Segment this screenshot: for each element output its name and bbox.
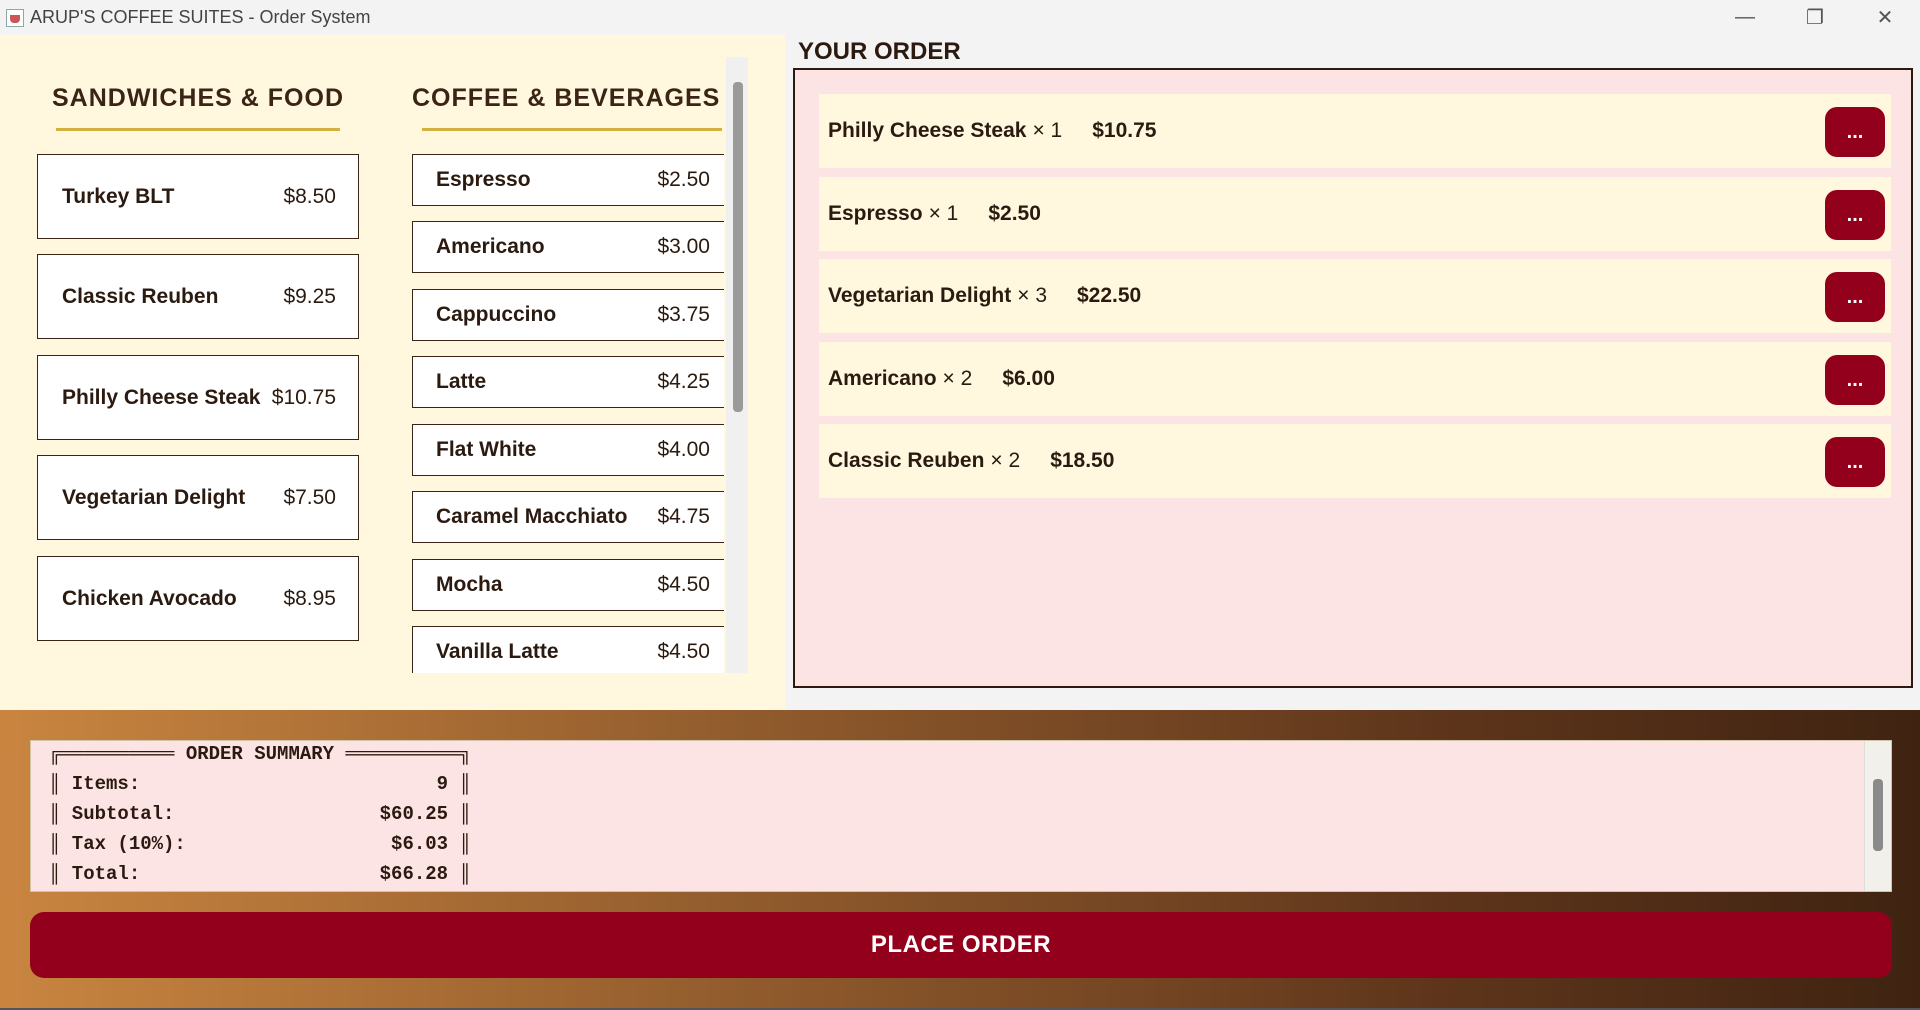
- order-item-name: Philly Cheese Steak: [828, 119, 1027, 142]
- item-price: $10.75: [271, 385, 336, 409]
- order-item-total: $22.50: [1077, 284, 1142, 307]
- order-item-options-button[interactable]: ...: [1825, 355, 1885, 405]
- item-price: $8.50: [283, 184, 336, 208]
- summary-line: ╔══════════ ORDER SUMMARY ══════════╗: [49, 743, 471, 765]
- item-name: Chicken Avocado: [62, 586, 237, 610]
- order-item-qty: × 2: [990, 449, 1021, 472]
- order-item-total: $2.50: [988, 202, 1041, 225]
- item-name: Cappuccino: [436, 303, 557, 326]
- order-item-total: $10.75: [1092, 119, 1157, 142]
- order-item-total: $6.00: [1002, 367, 1055, 390]
- restore-button[interactable]: ❐: [1780, 0, 1850, 35]
- summary-scroll-thumb[interactable]: [1873, 779, 1883, 851]
- food-heading-underline: [56, 128, 340, 131]
- menu-item-flat-white[interactable]: Flat White $4.00: [412, 424, 724, 476]
- order-item-name: Classic Reuben: [828, 449, 985, 472]
- title-bar: ARUP'S COFFEE SUITES - Order System — ❐ …: [0, 0, 1920, 35]
- summary-scrollbar[interactable]: [1864, 741, 1891, 891]
- order-row: Espresso × 1 $2.50 ...: [819, 177, 1891, 251]
- menu-item-latte[interactable]: Latte $4.25: [412, 356, 724, 408]
- menu-item-chicken-avocado[interactable]: Chicken Avocado $8.95: [37, 556, 359, 641]
- order-item-qty: × 3: [1017, 284, 1047, 307]
- item-name: Philly Cheese Steak: [62, 385, 261, 409]
- item-price: $4.75: [657, 505, 710, 528]
- menu-item-mocha[interactable]: Mocha $4.50: [412, 559, 724, 611]
- menu-item-turkey-blt[interactable]: Turkey BLT $8.50: [37, 154, 359, 239]
- menu-item-espresso[interactable]: Espresso $2.50: [412, 154, 724, 206]
- item-name: Flat White: [436, 438, 537, 461]
- order-row: Vegetarian Delight × 3 $22.50 ...: [819, 259, 1891, 333]
- order-item-qty: × 2: [942, 367, 973, 390]
- window-title: ARUP'S COFFEE SUITES - Order System: [30, 7, 371, 27]
- item-price: $3.00: [657, 235, 710, 258]
- checkout-panel: ╔══════════ ORDER SUMMARY ══════════╗ ║ I…: [0, 710, 1920, 1010]
- menu-item-cappuccino[interactable]: Cappuccino $3.75: [412, 289, 724, 341]
- menu-item-caramel-macchiato[interactable]: Caramel Macchiato $4.75: [412, 491, 724, 543]
- menu-item-vanilla-latte[interactable]: Vanilla Latte $4.50: [412, 626, 724, 673]
- summary-line: ║ Total: $66.28 ║: [49, 863, 471, 885]
- summary-line: ║ Items: 9 ║: [49, 773, 471, 795]
- item-name: Turkey BLT: [62, 184, 175, 208]
- item-price: $3.75: [657, 303, 710, 326]
- item-price: $7.50: [283, 485, 336, 509]
- window-controls: — ❐ ✕: [1710, 0, 1920, 35]
- order-item-name: Americano: [828, 367, 937, 390]
- close-button[interactable]: ✕: [1850, 0, 1920, 35]
- item-price: $4.50: [657, 640, 710, 663]
- item-name: Vegetarian Delight: [62, 485, 246, 509]
- menu-item-vegetarian-delight[interactable]: Vegetarian Delight $7.50: [37, 455, 359, 540]
- beverage-heading: COFFEE & BEVERAGES: [412, 84, 721, 112]
- order-row: Americano × 2 $6.00 ...: [819, 342, 1891, 416]
- summary-line: ║ Subtotal: $60.25 ║: [49, 803, 471, 825]
- item-name: Classic Reuben: [62, 284, 219, 308]
- beverage-scrollbar[interactable]: [726, 57, 748, 673]
- order-item-qty: × 1: [928, 202, 959, 225]
- beverage-column: COFFEE & BEVERAGES Espresso $2.50 Americ…: [412, 35, 750, 673]
- minimize-button[interactable]: —: [1710, 0, 1780, 35]
- order-summary: ╔══════════ ORDER SUMMARY ══════════╗ ║ I…: [30, 740, 1892, 892]
- item-name: Vanilla Latte: [436, 640, 559, 663]
- java-coffee-icon: [6, 8, 24, 27]
- item-name: Mocha: [436, 573, 503, 596]
- item-price: $8.95: [283, 586, 336, 610]
- order-summary-text: ╔══════════ ORDER SUMMARY ══════════╗ ║ I…: [49, 741, 471, 889]
- order-row: Philly Cheese Steak × 1 $10.75 ...: [819, 94, 1891, 168]
- menu-panel: SANDWICHES & FOOD Turkey BLT $8.50 Class…: [0, 35, 785, 710]
- item-name: Espresso: [436, 168, 531, 191]
- item-price: $4.50: [657, 573, 710, 596]
- item-name: Latte: [436, 370, 487, 393]
- beverage-scroll-thumb[interactable]: [733, 82, 743, 412]
- order-row: Classic Reuben × 2 $18.50 ...: [819, 424, 1891, 498]
- item-name: Caramel Macchiato: [436, 505, 628, 528]
- item-name: Americano: [436, 235, 545, 258]
- menu-item-philly-cheese-steak[interactable]: Philly Cheese Steak $10.75: [37, 355, 359, 440]
- order-item-qty: × 1: [1032, 119, 1063, 142]
- order-item-options-button[interactable]: ...: [1825, 437, 1885, 487]
- item-price: $9.25: [283, 284, 336, 308]
- item-price: $2.50: [657, 168, 710, 191]
- order-item-name: Vegetarian Delight: [828, 284, 1012, 307]
- menu-item-americano[interactable]: Americano $3.00: [412, 221, 724, 273]
- item-price: $4.00: [657, 438, 710, 461]
- beverage-heading-underline: [422, 128, 722, 131]
- order-item-name: Espresso: [828, 202, 923, 225]
- summary-line: ║ Tax (10%): $6.03 ║: [49, 833, 471, 855]
- order-item-options-button[interactable]: ...: [1825, 272, 1885, 322]
- food-column: SANDWICHES & FOOD Turkey BLT $8.50 Class…: [37, 35, 359, 641]
- order-list: Philly Cheese Steak × 1 $10.75 ... Espre…: [793, 68, 1913, 688]
- order-item-total: $18.50: [1050, 449, 1115, 472]
- order-heading: YOUR ORDER: [798, 38, 961, 65]
- place-order-button[interactable]: PLACE ORDER: [30, 912, 1892, 978]
- item-price: $4.25: [657, 370, 710, 393]
- food-heading: SANDWICHES & FOOD: [52, 84, 344, 112]
- order-item-options-button[interactable]: ...: [1825, 107, 1885, 157]
- menu-item-classic-reuben[interactable]: Classic Reuben $9.25: [37, 254, 359, 339]
- order-item-options-button[interactable]: ...: [1825, 190, 1885, 240]
- order-panel: YOUR ORDER Philly Cheese Steak × 1 $10.7…: [785, 35, 1920, 710]
